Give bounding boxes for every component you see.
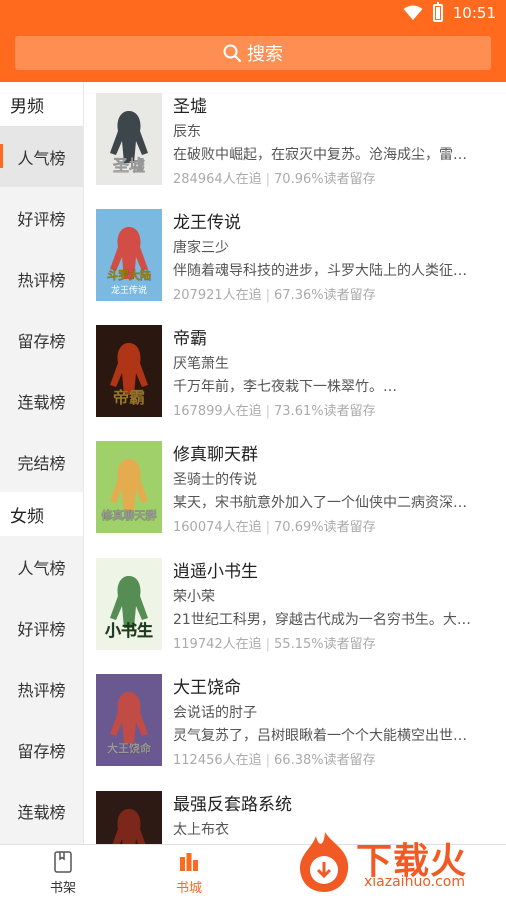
svg-text:斗罗大陆: 斗罗大陆 <box>107 268 151 282</box>
svg-text:帝霸: 帝霸 <box>113 388 145 407</box>
nav-bookstore-label: 书城 <box>175 881 202 896</box>
ranking-sidebar: 男频 人气榜 好评榜 热评榜 留存榜 连载榜 完结榜 女频 人气榜 好评榜 热评… <box>0 82 84 844</box>
book-stats: 160074人在追 | 70.69%读者留存 <box>173 520 376 535</box>
status-time: 10:51 <box>452 4 496 22</box>
svg-text:圣墟: 圣墟 <box>112 156 145 175</box>
cover-art: 大王饶命 <box>96 674 162 766</box>
wifi-icon <box>403 5 423 20</box>
nav-bookshelf-label: 书架 <box>49 881 76 896</box>
nav-bookstore[interactable]: 书城 <box>159 851 219 896</box>
book-item[interactable]: 斗罗大陆 龙王传说 龙王传说 唐家三少 伴随着魂导科技的进步，斗罗大陆上的人类征…… <box>85 198 506 314</box>
battery-icon <box>432 2 443 22</box>
book-item[interactable]: 修真聊天群 修真聊天群 圣骑士的传说 某天，宋书航意外加入了一个仙侠中二病资深…… <box>85 430 506 546</box>
sidebar-item-female-popular[interactable]: 人气榜 <box>0 536 83 597</box>
cover-art: 帝霸 <box>96 325 162 417</box>
book-description: 在破败中崛起，在寂灭中复苏。沧海成尘，雷… <box>173 147 467 163</box>
book-stats: 207921人在追 | 67.36%读者留存 <box>173 288 376 303</box>
top-bar: 10:51 搜索 <box>0 0 506 82</box>
bookstore-icon <box>180 853 198 871</box>
section-male: 男频 <box>0 82 83 126</box>
watermark-logo-icon <box>300 832 349 892</box>
book-followers: 119742人在追 <box>173 637 262 652</box>
book-description: 千万年前，李七夜栽下一株翠竹。… <box>173 379 397 395</box>
book-item[interactable]: 大王饶命 大王饶命 会说话的肘子 灵气复苏了，吕树眼瞅着一个个大能横空出世… 1… <box>85 663 506 779</box>
book-description: 某天，宋书航意外加入了一个仙侠中二病资深… <box>173 495 467 511</box>
book-followers: 160074人在追 <box>173 520 262 535</box>
sidebar-item-male-completed[interactable]: 完结榜 <box>0 431 83 492</box>
book-stats: 167899人在追 | 73.61%读者留存 <box>173 404 376 419</box>
cover-art: 圣墟 <box>96 93 162 185</box>
nav-bookshelf[interactable]: 书架 <box>33 851 93 896</box>
svg-text:龙王传说: 龙王传说 <box>111 284 147 296</box>
cover-art: 斗罗大陆龙王传说 <box>96 209 162 301</box>
book-stats: 284964人在追 | 70.96%读者留存 <box>173 172 376 187</box>
book-item[interactable]: 圣墟 圣墟 辰东 在破败中崛起，在寂灭中复苏。沧海成尘，雷… 284964人在追… <box>85 82 506 198</box>
book-author: 圣骑士的传说 <box>173 472 257 488</box>
cover-art <box>96 791 162 844</box>
sidebar-item-male-popular[interactable]: 人气榜 <box>0 126 83 187</box>
book-retention: 70.69%读者留存 <box>274 520 376 535</box>
book-retention: 66.38%读者留存 <box>274 753 376 768</box>
book-retention: 55.15%读者留存 <box>274 637 376 652</box>
book-title: 龙王传说 <box>173 213 241 233</box>
book-followers: 284964人在追 <box>173 172 262 187</box>
book-description: 灵气复苏了，吕树眼瞅着一个个大能横空出世… <box>173 728 467 744</box>
book-title: 圣墟 <box>173 97 207 117</box>
sidebar-item-male-retention[interactable]: 留存榜 <box>0 309 83 370</box>
sidebar-item-female-ongoing[interactable]: 连载榜 <box>0 780 83 841</box>
cover-art: 小书生 <box>96 558 162 650</box>
svg-text:大王饶命: 大王饶命 <box>107 741 152 755</box>
book-item[interactable]: 帝霸 帝霸 厌笔萧生 千万年前，李七夜栽下一株翠竹。… 167899人在追 | 73… <box>85 314 506 430</box>
book-cover: 斗罗大陆 龙王传说 <box>96 209 162 301</box>
book-cover: 小书生 <box>96 558 162 650</box>
book-author: 厌笔萧生 <box>173 356 229 372</box>
book-author: 辰东 <box>173 124 201 140</box>
book-author: 太上布衣 <box>173 822 229 838</box>
book-title: 帝霸 <box>173 329 207 349</box>
book-cover: 大王饶命 <box>96 674 162 766</box>
book-description: 伴随着魂导科技的进步，斗罗大陆上的人类征… <box>173 263 467 279</box>
book-title: 最强反套路系统 <box>173 795 292 815</box>
svg-text:修真聊天群: 修真聊天群 <box>101 508 157 522</box>
watermark-domain: xiazaihuo.com <box>364 874 465 890</box>
book-followers: 112456人在追 <box>173 753 262 768</box>
book-retention: 67.36%读者留存 <box>274 288 376 303</box>
sidebar-item-female-retention[interactable]: 留存榜 <box>0 719 83 780</box>
book-title: 大王饶命 <box>173 678 241 698</box>
book-followers: 207921人在追 <box>173 288 262 303</box>
book-stats: 112456人在追 | 66.38%读者留存 <box>173 753 376 768</box>
book-cover <box>96 791 162 844</box>
book-cover: 帝霸 <box>96 325 162 417</box>
search-label: 搜索 <box>247 44 283 65</box>
sidebar-item-female-hot-reviews[interactable]: 热评榜 <box>0 658 83 719</box>
book-author: 荣小荣 <box>173 589 215 605</box>
book-followers: 167899人在追 <box>173 404 262 419</box>
sidebar-item-male-hot-reviews[interactable]: 热评榜 <box>0 248 83 309</box>
status-bar: 10:51 <box>0 0 506 28</box>
bookshelf-icon <box>54 851 72 873</box>
book-cover: 修真聊天群 <box>96 441 162 533</box>
search-bar[interactable]: 搜索 <box>15 36 491 70</box>
sidebar-item-female-top-rated[interactable]: 好评榜 <box>0 597 83 658</box>
book-author: 唐家三少 <box>173 240 229 256</box>
search-icon <box>223 44 241 62</box>
book-list: 圣墟 圣墟 辰东 在破败中崛起，在寂灭中复苏。沧海成尘，雷… 284964人在追… <box>85 82 506 844</box>
book-description: 21世纪工科男，穿越古代成为一名穷书生。大… <box>173 612 471 628</box>
book-cover: 圣墟 <box>96 93 162 185</box>
svg-text:小书生: 小书生 <box>105 621 153 640</box>
book-retention: 73.61%读者留存 <box>274 404 376 419</box>
sidebar-item-male-ongoing[interactable]: 连载榜 <box>0 370 83 431</box>
book-title: 修真聊天群 <box>173 445 258 465</box>
section-female: 女频 <box>0 492 83 536</box>
cover-art: 修真聊天群 <box>96 441 162 533</box>
book-title: 逍遥小书生 <box>173 562 258 582</box>
watermark: 下载火 xiazaihuo.com <box>294 830 500 894</box>
book-author: 会说话的肘子 <box>173 705 257 721</box>
book-item[interactable]: 小书生 逍遥小书生 荣小荣 21世纪工科男，穿越古代成为一名穷书生。大… 119… <box>85 547 506 663</box>
sidebar-item-male-top-rated[interactable]: 好评榜 <box>0 187 83 248</box>
book-retention: 70.96%读者留存 <box>274 172 376 187</box>
book-stats: 119742人在追 | 55.15%读者留存 <box>173 637 376 652</box>
